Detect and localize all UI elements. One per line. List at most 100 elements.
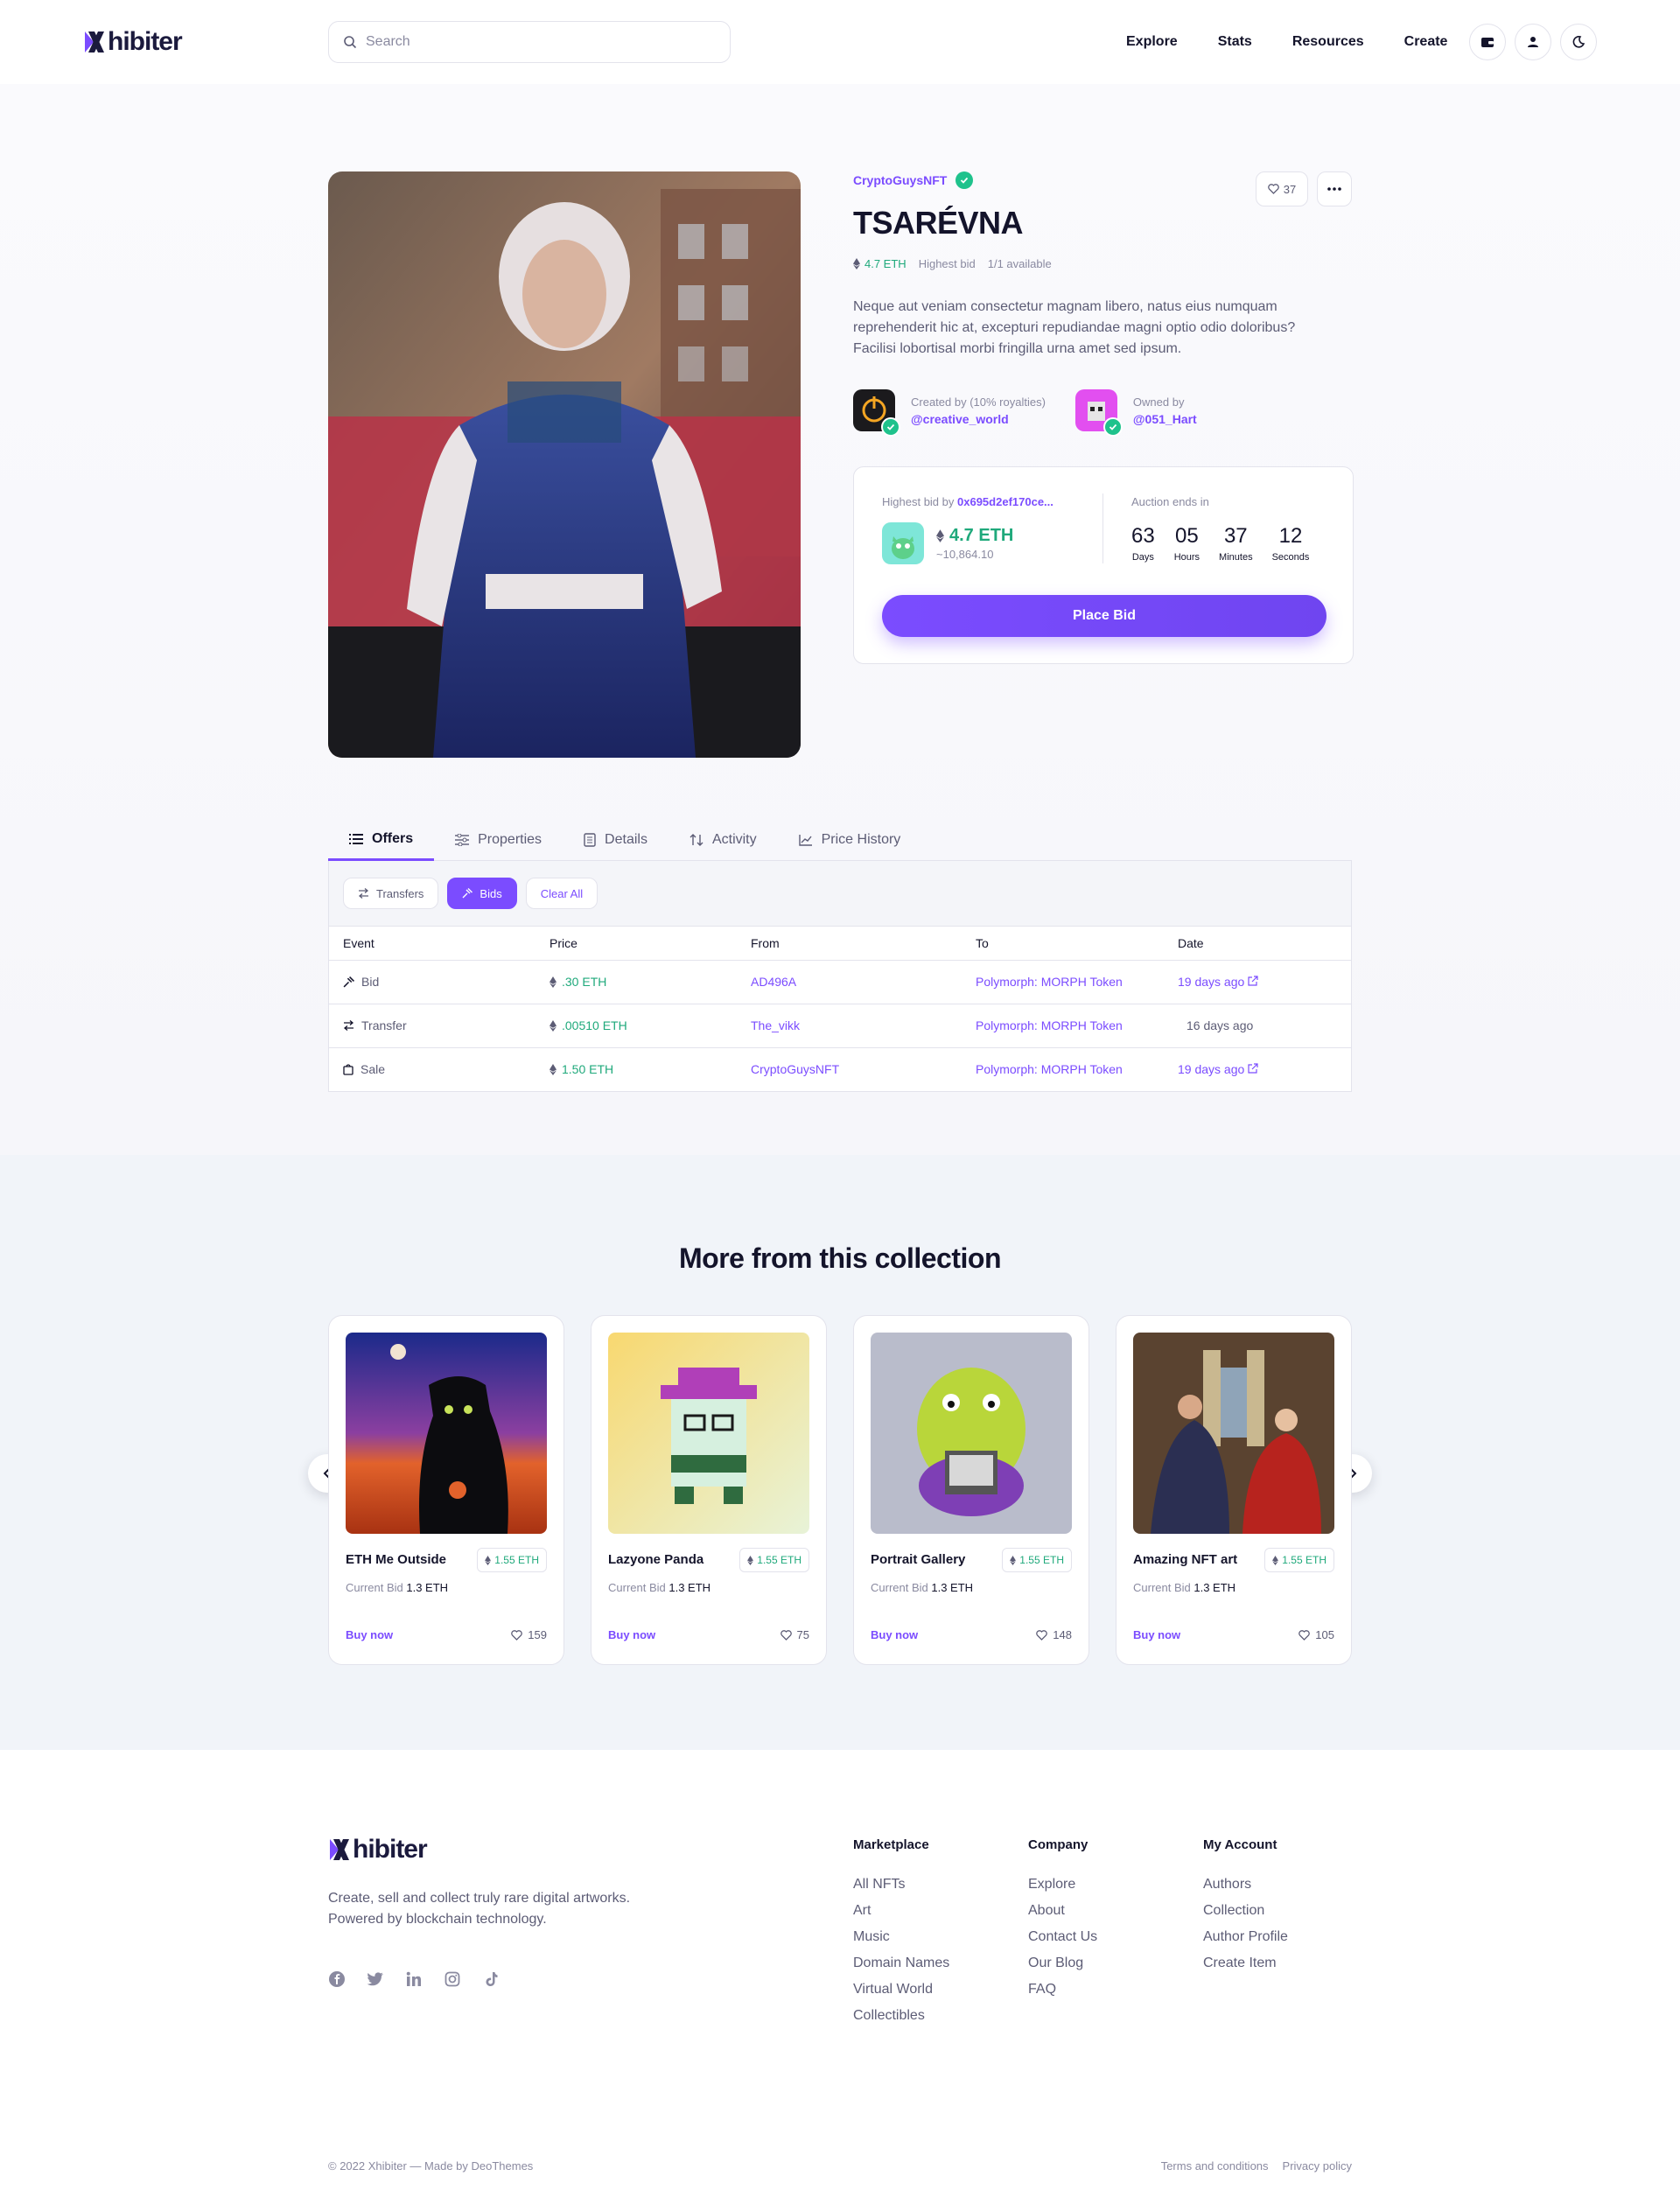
footer-logo[interactable]: hibiter: [328, 1835, 428, 1865]
footer-link[interactable]: About: [1028, 1898, 1097, 1924]
buy-now-link[interactable]: Buy now: [871, 1628, 918, 1641]
row-from[interactable]: CryptoGuysNFT: [737, 1047, 962, 1091]
nft-image: [346, 1333, 547, 1534]
filter-bids[interactable]: Bids: [447, 878, 517, 909]
nft-likes[interactable]: 159: [511, 1628, 547, 1641]
nft-name[interactable]: ETH Me Outside: [346, 1552, 446, 1567]
nav-stats[interactable]: Stats: [1218, 34, 1252, 50]
buy-now-link[interactable]: Buy now: [608, 1628, 655, 1641]
nft-likes[interactable]: 105: [1298, 1628, 1334, 1641]
buy-now-link[interactable]: Buy now: [1133, 1628, 1180, 1641]
table-row[interactable]: Transfer .00510 ETH The_vikk Polymorph: …: [329, 1004, 1351, 1048]
creator-avatar: [853, 389, 900, 437]
countdown-days: 63 Days: [1131, 524, 1155, 563]
nft-name[interactable]: Portrait Gallery: [871, 1552, 965, 1567]
nft-likes[interactable]: 148: [1036, 1628, 1072, 1641]
owner[interactable]: Owned by @051_Hart: [1074, 389, 1197, 437]
tab-offers[interactable]: Offers: [328, 819, 435, 861]
site-footer: hibiter Create, sell and collect truly r…: [0, 1750, 1680, 2204]
bidder-address[interactable]: 0x695d2ef170ce...: [957, 495, 1054, 508]
footer-link[interactable]: Create Item: [1203, 1950, 1288, 1977]
legal-links: Terms and conditions Privacy policy: [1161, 2159, 1352, 2173]
countdown-hours: 05 Hours: [1173, 524, 1200, 563]
nft-name[interactable]: Lazyone Panda: [608, 1552, 704, 1567]
search-box[interactable]: [328, 21, 731, 63]
nav-explore[interactable]: Explore: [1126, 34, 1178, 50]
footer-link[interactable]: Our Blog: [1028, 1950, 1097, 1977]
footer-link[interactable]: Art: [853, 1898, 949, 1924]
nft-price: 1.55 ETH: [1002, 1548, 1072, 1572]
tab-price-history[interactable]: Price History: [778, 819, 922, 861]
footer-link[interactable]: Music: [853, 1924, 949, 1950]
tab-activity[interactable]: Activity: [668, 819, 778, 861]
table-row[interactable]: Bid .30 ETH AD496A Polymorph: MORPH Toke…: [329, 960, 1351, 1004]
filter-transfers[interactable]: Transfers: [343, 878, 439, 909]
auction-countdown: Auction ends in 63 Days 05 Hours 37 Minutes…: [1131, 495, 1309, 563]
footer-link[interactable]: Collectibles: [853, 2003, 949, 2029]
footer-link[interactable]: Collection: [1203, 1898, 1288, 1924]
linkedin-icon[interactable]: [405, 1970, 423, 1988]
header-actions: [1469, 24, 1597, 60]
eth-icon: [550, 976, 556, 988]
nft-card[interactable]: Lazyone Panda 1.55 ETH Current Bid 1.3 E…: [591, 1315, 827, 1665]
owner-avatar: [1074, 389, 1123, 437]
nft-card[interactable]: Amazing NFT art 1.55 ETH Current Bid 1.3…: [1116, 1315, 1352, 1665]
nft-price: 1.55 ETH: [739, 1548, 809, 1572]
nft-current-bid: Current Bid 1.3 ETH: [1133, 1581, 1236, 1594]
footer-link[interactable]: Domain Names: [853, 1950, 949, 1977]
footer-link[interactable]: FAQ: [1028, 1977, 1097, 2003]
owner-handle[interactable]: @051_Hart: [1133, 412, 1197, 426]
tab-properties[interactable]: Properties: [434, 819, 563, 861]
footer-link[interactable]: Authors: [1203, 1872, 1288, 1898]
row-from[interactable]: The_vikk: [737, 1004, 962, 1048]
nft-card[interactable]: ETH Me Outside 1.55 ETH Current Bid 1.3 …: [328, 1315, 564, 1665]
buy-now-link[interactable]: Buy now: [346, 1628, 393, 1641]
privacy-link[interactable]: Privacy policy: [1283, 2159, 1352, 2173]
row-date[interactable]: 19 days ago: [1164, 960, 1351, 1004]
row-to[interactable]: Polymorph: MORPH Token: [962, 1004, 1164, 1048]
nft-likes[interactable]: 75: [780, 1628, 809, 1641]
footer-link[interactable]: Explore: [1028, 1872, 1097, 1898]
nft-current-bid: Current Bid 1.3 ETH: [346, 1581, 449, 1594]
nav-create[interactable]: Create: [1404, 34, 1448, 50]
nav-resources[interactable]: Resources: [1292, 34, 1364, 50]
row-date[interactable]: 19 days ago: [1164, 1047, 1351, 1091]
like-button[interactable]: 37: [1256, 171, 1308, 206]
more-options-button[interactable]: [1317, 171, 1352, 206]
wallet-button[interactable]: [1469, 24, 1506, 60]
instagram-icon[interactable]: [444, 1970, 461, 1988]
profile-button[interactable]: [1515, 24, 1551, 60]
more-dots-icon: [1327, 187, 1341, 191]
theme-toggle[interactable]: [1560, 24, 1597, 60]
place-bid-button[interactable]: Place Bid: [882, 595, 1326, 637]
main-nav: Explore Stats Resources Create: [1126, 0, 1488, 84]
footer-link[interactable]: All NFTs: [853, 1872, 949, 1898]
footer-link[interactable]: Virtual World: [853, 1977, 949, 2003]
footer-link[interactable]: Author Profile: [1203, 1924, 1288, 1950]
facebook-icon[interactable]: [328, 1970, 346, 1988]
nft-name[interactable]: Amazing NFT art: [1133, 1552, 1237, 1567]
item-artwork[interactable]: [328, 171, 801, 758]
terms-link[interactable]: Terms and conditions: [1161, 2159, 1269, 2173]
owner-label: Owned by: [1132, 395, 1185, 409]
twitter-icon[interactable]: [367, 1970, 384, 1988]
filter-clear-all[interactable]: Clear All: [525, 878, 598, 909]
creator[interactable]: Created by (10% royalties) @creative_wor…: [853, 389, 1046, 437]
row-to[interactable]: Polymorph: MORPH Token: [962, 1047, 1164, 1091]
eth-icon: [485, 1555, 492, 1565]
site-header: hibiter Explore Stats Resources Create: [0, 0, 1680, 84]
creator-handle[interactable]: @creative_world: [911, 412, 1046, 426]
tab-details[interactable]: Details: [563, 819, 668, 861]
row-from[interactable]: AD496A: [737, 960, 962, 1004]
verified-icon: [881, 417, 900, 437]
row-to[interactable]: Polymorph: MORPH Token: [962, 960, 1164, 1004]
nft-card[interactable]: Portrait Gallery 1.55 ETH Current Bid 1.…: [853, 1315, 1089, 1665]
col-from: From: [737, 927, 962, 961]
search-input[interactable]: [366, 34, 698, 50]
gavel-icon: [462, 888, 473, 899]
tiktok-icon[interactable]: [482, 1970, 500, 1988]
eth-icon: [853, 258, 860, 269]
table-row[interactable]: Sale 1.50 ETH CryptoGuysNFT Polymorph: M…: [329, 1047, 1351, 1091]
logo[interactable]: hibiter: [83, 27, 183, 57]
footer-link[interactable]: Contact Us: [1028, 1924, 1097, 1950]
